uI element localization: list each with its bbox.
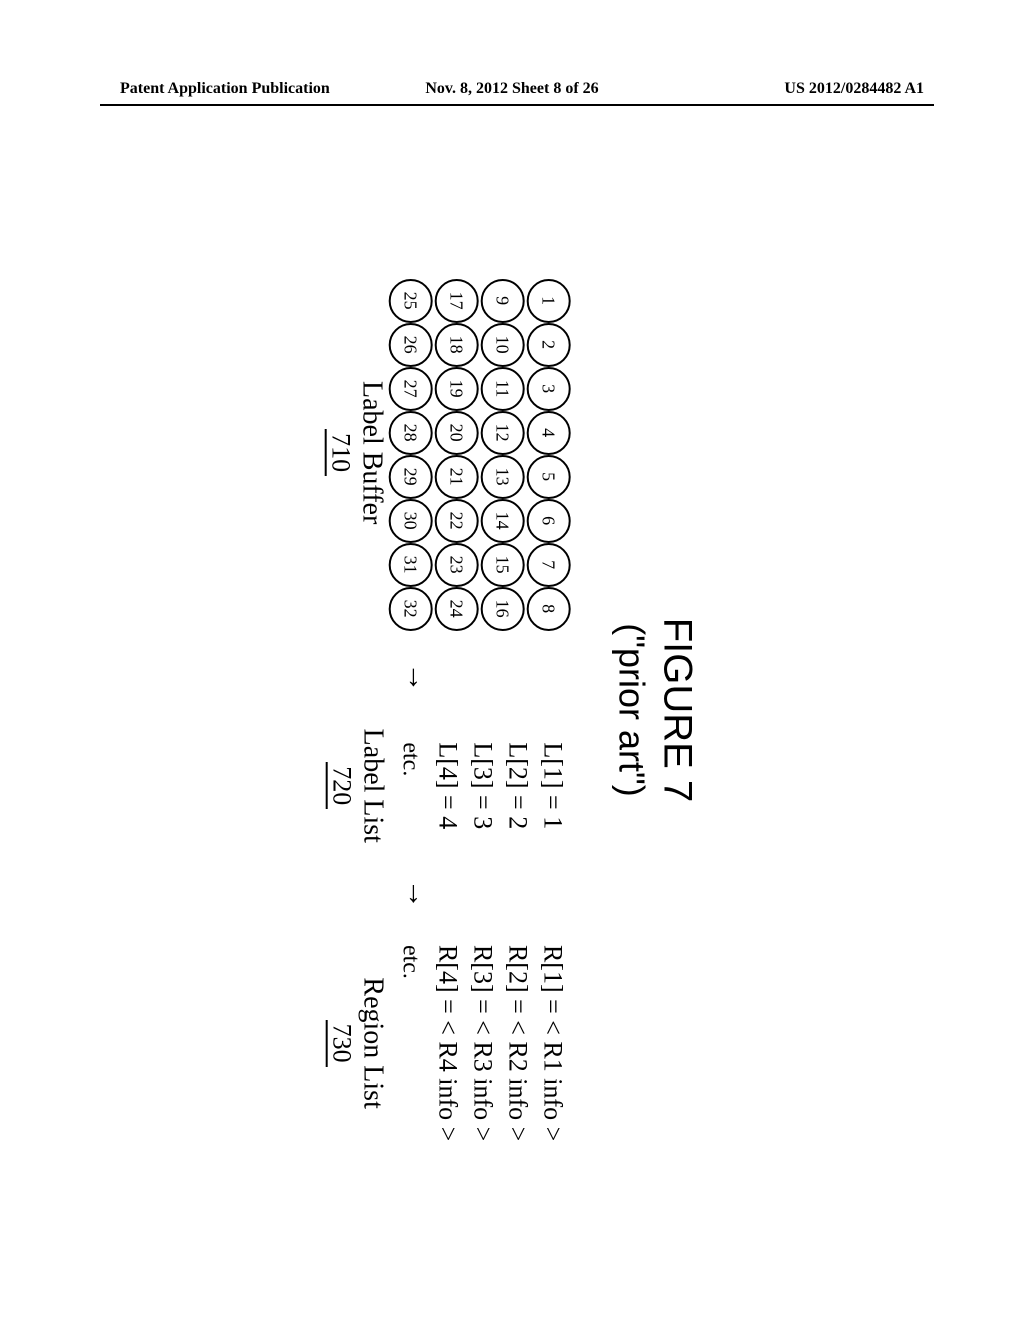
label-buffer-cell: 21 bbox=[435, 455, 479, 499]
label-buffer-cell: 16 bbox=[481, 587, 525, 631]
label-buffer-cell: 3 bbox=[527, 367, 571, 411]
label-buffer-caption-text: Label Buffer bbox=[357, 381, 388, 524]
label-buffer-block: 1234567891011121314151617181920212223242… bbox=[324, 279, 570, 627]
label-list-line: L[4] = 4 bbox=[430, 742, 465, 829]
arrow-icon: → bbox=[401, 663, 435, 693]
label-buffer-cell: 19 bbox=[435, 367, 479, 411]
figure-title: FIGURE 7 bbox=[655, 210, 700, 1210]
region-list-line: R[3] = < R3 info > bbox=[465, 945, 500, 1141]
label-buffer-cell: 4 bbox=[527, 411, 571, 455]
label-buffer-cell: 31 bbox=[389, 543, 433, 587]
label-buffer-cell: 6 bbox=[527, 499, 571, 543]
label-list-line: L[1] = 1 bbox=[536, 742, 571, 829]
figure-subtitle: ("prior art") bbox=[611, 210, 653, 1210]
label-buffer-cell: 29 bbox=[389, 455, 433, 499]
label-buffer-cell: 25 bbox=[389, 279, 433, 323]
label-list-caption-text: Label List bbox=[358, 729, 389, 843]
label-buffer-caption: Label Buffer 710 bbox=[324, 381, 386, 524]
label-list-ref: 720 bbox=[326, 762, 357, 809]
label-buffer-cell: 13 bbox=[481, 455, 525, 499]
label-list-etc: etc. bbox=[394, 742, 426, 829]
figure-rotated: FIGURE 7 ("prior art") 12345678910111213… bbox=[324, 210, 699, 1210]
label-buffer-cell: 7 bbox=[527, 543, 571, 587]
label-buffer-cell: 2 bbox=[527, 323, 571, 367]
figure-body: 1234567891011121314151617181920212223242… bbox=[324, 210, 570, 1210]
label-buffer-cell: 18 bbox=[435, 323, 479, 367]
region-list-caption: Region List 730 bbox=[326, 977, 388, 1108]
region-list-lines: R[1] = < R1 info >R[2] = < R2 info >R[3]… bbox=[394, 945, 571, 1141]
header-right: US 2012/0284482 A1 bbox=[784, 80, 924, 98]
label-buffer-cell: 12 bbox=[481, 411, 525, 455]
label-buffer-cell: 8 bbox=[527, 587, 571, 631]
label-buffer-cell: 14 bbox=[481, 499, 525, 543]
label-list-line: L[3] = 3 bbox=[465, 742, 500, 829]
label-buffer-cell: 5 bbox=[527, 455, 571, 499]
header-center: Nov. 8, 2012 Sheet 8 of 26 bbox=[425, 80, 598, 98]
label-buffer-cell: 23 bbox=[435, 543, 479, 587]
region-list-line: R[4] = < R4 info > bbox=[430, 945, 465, 1141]
label-buffer-cell: 17 bbox=[435, 279, 479, 323]
label-buffer-cell: 27 bbox=[389, 367, 433, 411]
figure-area: FIGURE 7 ("prior art") 12345678910111213… bbox=[0, 160, 1024, 1260]
label-buffer-cell: 15 bbox=[481, 543, 525, 587]
arrow-icon: → bbox=[401, 879, 435, 909]
region-list-block: R[1] = < R1 info >R[2] = < R2 info >R[3]… bbox=[326, 945, 571, 1141]
label-buffer-cell: 28 bbox=[389, 411, 433, 455]
label-buffer-cell: 1 bbox=[527, 279, 571, 323]
label-buffer-cell: 24 bbox=[435, 587, 479, 631]
label-buffer-grid: 1234567891011121314151617181920212223242… bbox=[393, 279, 571, 627]
region-list-ref: 730 bbox=[326, 1020, 357, 1067]
label-buffer-cell: 20 bbox=[435, 411, 479, 455]
label-list-caption: Label List 720 bbox=[326, 729, 388, 843]
label-list-line: L[2] = 2 bbox=[501, 742, 536, 829]
region-list-caption-text: Region List bbox=[358, 977, 389, 1108]
region-list-line: R[1] = < R1 info > bbox=[536, 945, 571, 1141]
label-buffer-cell: 32 bbox=[389, 587, 433, 631]
region-list-etc: etc. bbox=[394, 945, 426, 1141]
region-list-line: R[2] = < R2 info > bbox=[501, 945, 536, 1141]
label-buffer-cell: 30 bbox=[389, 499, 433, 543]
label-buffer-cell: 9 bbox=[481, 279, 525, 323]
label-buffer-cell: 11 bbox=[481, 367, 525, 411]
label-buffer-cell: 26 bbox=[389, 323, 433, 367]
header-rule bbox=[100, 104, 934, 106]
label-list-lines: L[1] = 1L[2] = 2L[3] = 3L[4] = 4etc. bbox=[394, 742, 571, 829]
label-list-block: L[1] = 1L[2] = 2L[3] = 3L[4] = 4etc. Lab… bbox=[326, 729, 571, 843]
label-buffer-cell: 10 bbox=[481, 323, 525, 367]
label-buffer-ref: 710 bbox=[324, 429, 355, 476]
label-buffer-cell: 22 bbox=[435, 499, 479, 543]
header-left: Patent Application Publication bbox=[120, 80, 330, 98]
